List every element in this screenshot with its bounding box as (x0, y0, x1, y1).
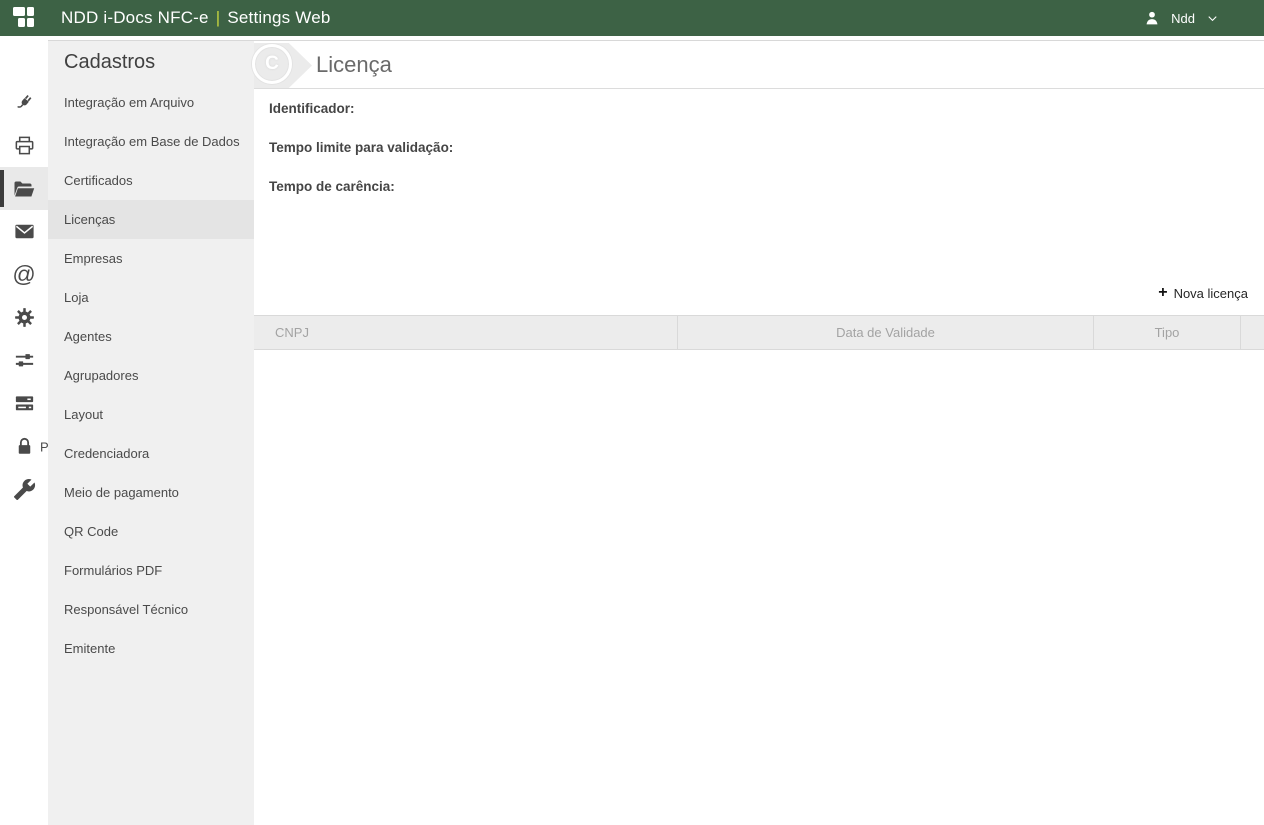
sidebar-item-credenciadora[interactable]: Credenciadora (48, 434, 254, 473)
sidebar-item-layout[interactable]: Layout (48, 395, 254, 434)
rail-item-envelope[interactable] (0, 210, 48, 253)
user-menu[interactable]: Ndd (1143, 9, 1220, 27)
rail-item-wrench[interactable] (0, 468, 48, 511)
field-label: Tempo de carência: (269, 179, 395, 194)
column-header-data-validade[interactable]: Data de Validade (677, 316, 1093, 349)
user-name: Ndd (1171, 11, 1195, 26)
field-tempo-limite: Tempo limite para validação: (269, 128, 1264, 167)
sidebar-item-agentes[interactable]: Agentes (48, 317, 254, 356)
user-icon (1143, 9, 1161, 27)
plus-icon: + (1158, 285, 1167, 301)
rail-item-stack[interactable] (0, 382, 48, 425)
sidebar: Cadastros Integração em ArquivoIntegraçã… (48, 40, 254, 825)
sidebar-item-meio-de-pagamento[interactable]: Meio de pagamento (48, 473, 254, 512)
at-sign-icon: @ (12, 263, 35, 286)
sidebar-title: Cadastros (48, 41, 254, 83)
icon-rail: @ (0, 40, 48, 825)
gear-icon (13, 306, 36, 329)
rail-item-lock[interactable]: P (0, 425, 48, 468)
top-bar: NDD i-Docs NFC-e | Settings Web Ndd (0, 0, 1264, 36)
rail-item-printer[interactable] (0, 124, 48, 167)
table-toolbar: + Nova licença (254, 283, 1264, 303)
plug-icon (13, 91, 36, 114)
new-license-label: Nova licença (1174, 286, 1248, 301)
sidebar-item-loja[interactable]: Loja (48, 278, 254, 317)
field-identificador: Identificador: (269, 89, 1264, 128)
new-license-button[interactable]: + Nova licença (1158, 285, 1248, 301)
column-header-cnpj[interactable]: CNPJ (254, 316, 677, 349)
rail-item-gear[interactable] (0, 296, 48, 339)
app-title-separator: | (216, 8, 221, 27)
sidebar-item-formularios-pdf[interactable]: Formulários PDF (48, 551, 254, 590)
sidebar-item-responsavel-tecnico[interactable]: Responsável Técnico (48, 590, 254, 629)
sidebar-item-qr-code[interactable]: QR Code (48, 512, 254, 551)
app-title-product: NDD i-Docs NFC-e (61, 8, 209, 27)
sidebar-menu: Integração em ArquivoIntegração em Base … (48, 83, 254, 668)
license-fields: Identificador: Tempo limite para validaç… (254, 89, 1264, 206)
printer-icon (13, 134, 36, 157)
sidebar-item-licencas[interactable]: Licenças (48, 200, 254, 239)
rail-item-sliders[interactable] (0, 339, 48, 382)
chevron-down-icon (1205, 11, 1220, 26)
field-label: Tempo limite para validação: (269, 140, 453, 155)
clipped-label-fragment: P (40, 439, 48, 454)
sidebar-item-emitente[interactable]: Emitente (48, 629, 254, 668)
license-table-header: CNPJ Data de Validade Tipo (254, 315, 1264, 350)
envelope-icon (13, 220, 36, 243)
app-title: NDD i-Docs NFC-e | Settings Web (61, 8, 331, 28)
app-title-module: Settings Web (227, 8, 330, 27)
license-badge-icon: C (252, 44, 292, 84)
sidebar-item-empresas[interactable]: Empresas (48, 239, 254, 278)
page-title: Licença (316, 41, 1264, 88)
ndd-logo-icon (13, 7, 35, 29)
rail-item-at-sign[interactable]: @ (0, 253, 48, 296)
page-header: C Licença (254, 41, 1264, 89)
wrench-icon (13, 478, 36, 501)
stack-icon (13, 392, 36, 415)
rail-item-plug[interactable] (0, 81, 48, 124)
column-header-actions (1240, 316, 1264, 349)
folder-open-icon (12, 177, 36, 201)
column-header-tipo[interactable]: Tipo (1093, 316, 1240, 349)
main-content: C Licença Identificador: Tempo limite pa… (254, 40, 1264, 825)
sidebar-item-agrupadores[interactable]: Agrupadores (48, 356, 254, 395)
field-tempo-carencia: Tempo de carência: (269, 167, 1264, 206)
rail-item-folder-open[interactable] (0, 167, 48, 210)
sidebar-item-integracao-em-arquivo[interactable]: Integração em Arquivo (48, 83, 254, 122)
field-label: Identificador: (269, 101, 355, 116)
sidebar-item-certificados[interactable]: Certificados (48, 161, 254, 200)
sidebar-item-integracao-em-base-de-dados[interactable]: Integração em Base de Dados (48, 122, 254, 161)
sliders-icon (13, 349, 36, 372)
workspace: @ (0, 40, 1264, 825)
lock-icon (13, 435, 36, 458)
